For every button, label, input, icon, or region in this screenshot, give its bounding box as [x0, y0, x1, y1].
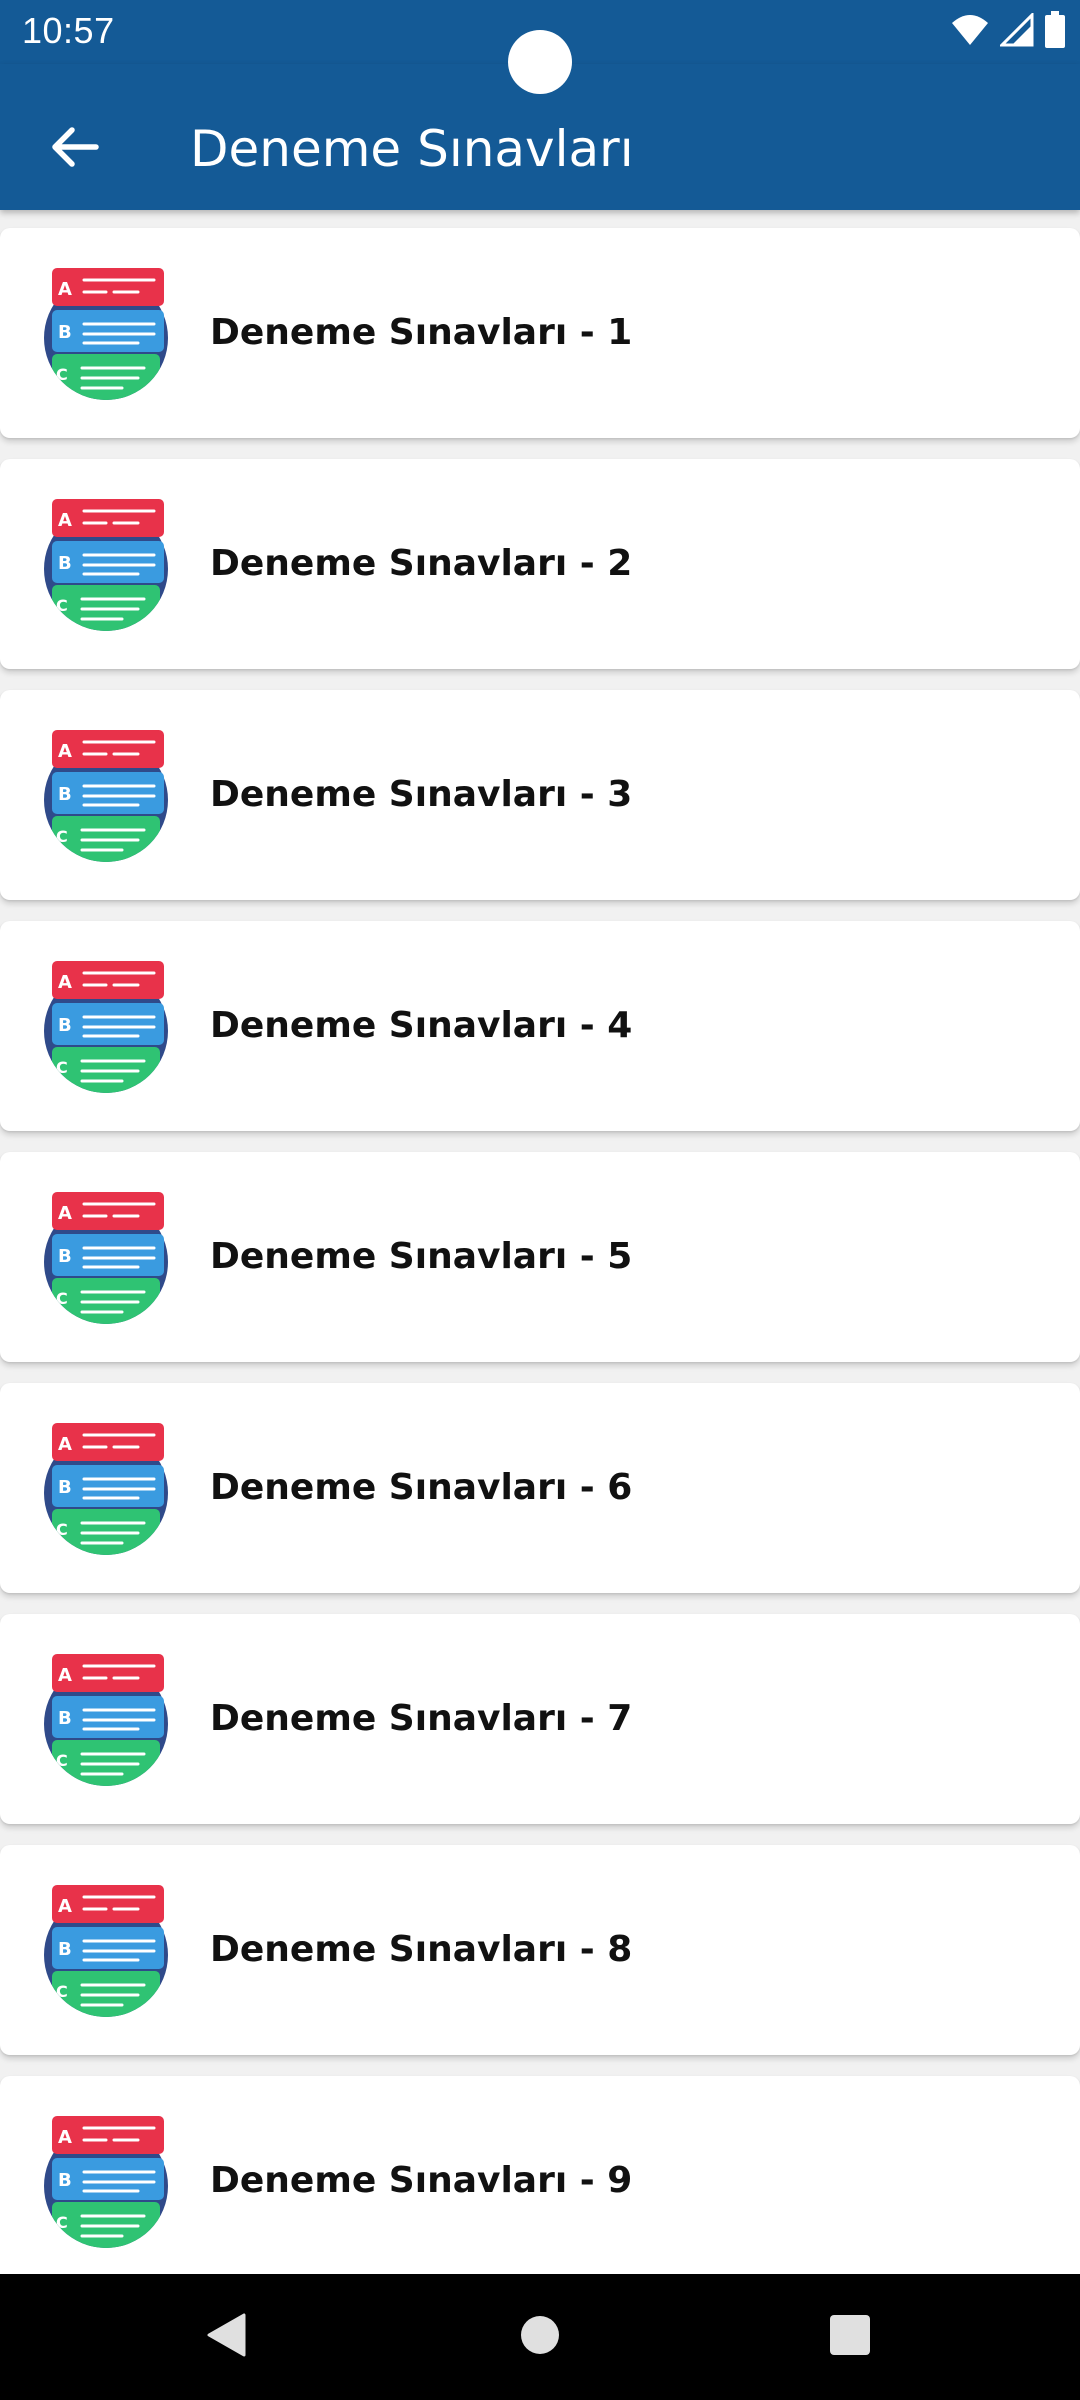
svg-text:B: B [58, 1246, 72, 1267]
list-item-label: Deneme Sınavları - 3 [210, 774, 633, 815]
list-item[interactable]: C B A Deneme Sınavları - 3 [0, 690, 1080, 900]
svg-text:A: A [58, 510, 72, 531]
svg-text:C: C [56, 1982, 68, 2001]
list-item[interactable]: C B A Deneme Sınavları - 4 [0, 921, 1080, 1131]
svg-text:A: A [58, 1896, 72, 1917]
home-circle-icon [519, 2314, 561, 2360]
list-item[interactable]: C B A Deneme Sınavları - 2 [0, 459, 1080, 669]
svg-text:B: B [58, 1708, 72, 1729]
quiz-abc-icon: C B A [38, 2114, 174, 2250]
svg-text:B: B [58, 784, 72, 805]
list-item-label: Deneme Sınavları - 5 [210, 1236, 633, 1277]
recents-square-icon [829, 2314, 871, 2360]
svg-text:B: B [58, 322, 72, 343]
svg-text:A: A [58, 2127, 72, 2148]
svg-text:C: C [56, 1058, 68, 1077]
system-nav-bar [0, 2274, 1080, 2400]
nav-home-button[interactable] [500, 2302, 580, 2372]
list-item[interactable]: C B A Deneme Sınavları - 8 [0, 1845, 1080, 2055]
svg-text:C: C [56, 1751, 68, 1770]
list-item-label: Deneme Sınavları - 8 [210, 1929, 633, 1970]
svg-text:C: C [56, 1289, 68, 1308]
svg-text:A: A [58, 1434, 72, 1455]
nav-recents-button[interactable] [810, 2302, 890, 2372]
list-item[interactable]: C B A Deneme Sınavları - 9 [0, 2076, 1080, 2286]
svg-text:C: C [56, 827, 68, 846]
list-item-label: Deneme Sınavları - 4 [210, 1005, 633, 1046]
page-title: Deneme Sınavları [190, 120, 634, 178]
quiz-abc-icon: C B A [38, 1883, 174, 2019]
back-button[interactable] [30, 104, 120, 194]
quiz-abc-icon: C B A [38, 1421, 174, 1557]
quiz-abc-icon: C B A [38, 1190, 174, 1326]
list-item-label: Deneme Sınavları - 1 [210, 312, 633, 353]
list-item-label: Deneme Sınavları - 6 [210, 1467, 633, 1508]
svg-text:A: A [58, 1203, 72, 1224]
svg-text:C: C [56, 2213, 68, 2232]
arrow-left-icon [50, 125, 100, 173]
cell-signal-icon [998, 11, 1034, 51]
svg-text:C: C [56, 1520, 68, 1539]
status-time: 10:57 [22, 10, 115, 51]
svg-text:A: A [58, 972, 72, 993]
list-item[interactable]: C B A Deneme Sınavları - 7 [0, 1614, 1080, 1824]
svg-text:A: A [58, 741, 72, 762]
battery-icon [1044, 11, 1066, 53]
wifi-icon [950, 13, 990, 51]
nav-back-button[interactable] [186, 2302, 266, 2372]
list-item-label: Deneme Sınavları - 9 [210, 2160, 633, 2201]
svg-text:A: A [58, 279, 72, 300]
quiz-abc-icon: C B A [38, 497, 174, 633]
list-item[interactable]: C B A Deneme Sınavları - 6 [0, 1383, 1080, 1593]
quiz-abc-icon: C B A [38, 266, 174, 402]
svg-text:C: C [56, 365, 68, 384]
list-item[interactable]: C B A Deneme Sınavları - 5 [0, 1152, 1080, 1362]
camera-cutout [508, 30, 572, 94]
back-triangle-icon [204, 2311, 248, 2363]
svg-text:C: C [56, 596, 68, 615]
svg-text:B: B [58, 553, 72, 574]
list-item-label: Deneme Sınavları - 7 [210, 1698, 633, 1739]
status-icons [950, 11, 1066, 53]
svg-text:B: B [58, 1939, 72, 1960]
quiz-abc-icon: C B A [38, 959, 174, 1095]
list-item[interactable]: C B A Deneme Sınavları - 1 [0, 228, 1080, 438]
svg-text:B: B [58, 2170, 72, 2191]
quiz-abc-icon: C B A [38, 728, 174, 864]
svg-text:B: B [58, 1015, 72, 1036]
svg-text:A: A [58, 1665, 72, 1686]
quiz-abc-icon: C B A [38, 1652, 174, 1788]
list-item-label: Deneme Sınavları - 2 [210, 543, 633, 584]
svg-text:B: B [58, 1477, 72, 1498]
